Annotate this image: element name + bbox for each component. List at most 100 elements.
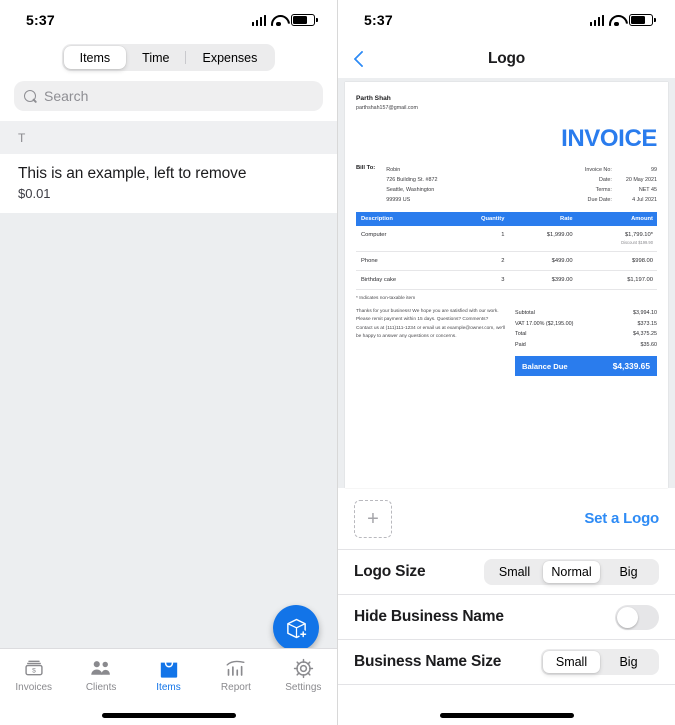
set-a-logo-link[interactable]: Set a Logo: [584, 510, 659, 527]
bottom-tab-bar: $ Invoices Clients Items Report Settings: [0, 648, 337, 725]
business-name-size-label: Business Name Size: [354, 653, 502, 670]
total-value: $4,375.25: [633, 331, 657, 338]
business-name-size-segmented-control[interactable]: Small Big: [541, 649, 659, 675]
report-chart-icon: [225, 657, 246, 679]
total-key: Paid: [515, 341, 526, 348]
bill-to-line: 726 Building St. #872: [386, 177, 438, 183]
cellular-signal-icon: [589, 14, 604, 26]
logo-size-normal[interactable]: Normal: [543, 561, 600, 583]
toggle-knob: [617, 606, 638, 628]
list-empty-area: [0, 200, 337, 648]
segment-expenses[interactable]: Expenses: [186, 46, 273, 69]
status-icons: [251, 14, 318, 27]
tab-settings[interactable]: Settings: [270, 657, 337, 693]
cellular-signal-icon: [251, 14, 266, 26]
segment-items[interactable]: Items: [63, 46, 127, 69]
meta-key: Date:: [598, 177, 612, 183]
tab-clients[interactable]: Clients: [67, 657, 134, 693]
status-icons: [589, 14, 656, 27]
total-key: VAT 17.00% ($2,195.00): [515, 320, 574, 327]
hide-business-name-label: Hide Business Name: [354, 608, 504, 625]
dual-screenshot: 5:37 Items Time Expenses Search T This i…: [0, 0, 675, 725]
total-value: $3,994.10: [633, 310, 657, 316]
business-name-size-big[interactable]: Big: [600, 651, 657, 673]
invoice-footer: Thanks for your business! We hope you ar…: [356, 308, 657, 377]
logo-size-big[interactable]: Big: [600, 561, 657, 583]
cell-description: Computer: [356, 226, 445, 252]
tab-label-clients: Clients: [85, 682, 117, 693]
table-row: Computer 1 $1,999.00 $1,799.10* Discount…: [356, 226, 657, 252]
segment-time[interactable]: Time: [126, 46, 185, 69]
add-box-icon: [286, 618, 307, 638]
right-screen-logo-settings: 5:37 Logo Parth Shah parthshah157@gmail.…: [337, 0, 675, 725]
list-item-price: $0.01: [18, 186, 51, 201]
add-item-fab[interactable]: [273, 605, 319, 651]
invoice-meta: Bill To: Robin 726 Building St. #872 Sea…: [356, 165, 657, 212]
balance-due-label: Balance Due: [522, 361, 568, 371]
wifi-icon: [271, 15, 286, 27]
tab-invoices[interactable]: $ Invoices: [0, 657, 67, 693]
search-placeholder: Search: [44, 88, 89, 104]
svg-text:$: $: [32, 668, 36, 675]
list-item[interactable]: This is an example, left to remove $0.01: [0, 154, 337, 213]
wifi-icon: [609, 15, 624, 27]
invoice-meta-fields: Invoice No: Date: Terms: Due Date: 99 20…: [585, 165, 657, 205]
meta-value: 99: [651, 167, 657, 173]
meta-key: Terms:: [595, 187, 612, 193]
meta-key: Invoice No:: [584, 167, 612, 173]
invoice-preview-area[interactable]: Parth Shah parthshah157@gmail.com INVOIC…: [338, 78, 675, 488]
logo-size-segmented-control[interactable]: Small Normal Big: [484, 559, 659, 585]
logo-size-small[interactable]: Small: [486, 561, 543, 583]
meta-value: 20 May 2021: [625, 177, 657, 183]
home-indicator: [101, 713, 236, 718]
status-bar: 5:37: [338, 0, 675, 40]
hide-business-name-toggle[interactable]: [615, 604, 659, 630]
tab-items[interactable]: Items: [135, 657, 202, 693]
list-item-title: This is an example, left to remove: [18, 165, 247, 182]
cell-amount: $1,799.10* Discount $199.90: [576, 226, 657, 252]
items-type-segmented-control[interactable]: Items Time Expenses: [0, 40, 337, 81]
total-row: VAT 17.00% ($2,195.00) $373.15: [515, 319, 657, 330]
total-key: Total: [515, 331, 527, 338]
invoice-totals: Subtotal $3,994.10 VAT 17.00% ($2,195.00…: [515, 308, 657, 377]
search-bar-container: Search: [0, 81, 337, 121]
set-logo-row[interactable]: + Set a Logo: [338, 488, 675, 550]
total-value: $373.15: [637, 320, 658, 327]
nontaxable-note: * Indicates non-taxable item: [356, 296, 416, 301]
balance-due-bar: Balance Due $4,339.65: [515, 356, 657, 377]
cell-quantity: 3: [444, 270, 509, 290]
cell-rate: $1,999.00: [508, 226, 577, 252]
bill-to-block: Bill To: Robin 726 Building St. #872 Sea…: [356, 165, 437, 205]
home-indicator: [439, 713, 574, 718]
cell-amount: $998.00: [576, 251, 657, 271]
tab-label-items: Items: [156, 682, 181, 693]
table-header-row: Description Quantity Rate Amount: [356, 212, 657, 226]
total-row: Subtotal $3,994.10: [515, 308, 657, 319]
bill-to-line: Robin: [386, 167, 401, 173]
cell-amount-value: $1,799.10*: [624, 232, 653, 238]
bill-to-line: 99999 US: [386, 197, 411, 203]
total-key: Subtotal: [515, 310, 535, 316]
col-description: Description: [356, 212, 445, 226]
cell-discount-note: Discount $199.90: [621, 240, 653, 245]
tab-label-report: Report: [220, 682, 251, 693]
invoice-line-items-table: Description Quantity Rate Amount Compute…: [356, 212, 657, 290]
cell-amount: $1,197.00: [576, 270, 657, 290]
total-row: Paid $35.60: [515, 340, 657, 351]
logo-size-label: Logo Size: [354, 563, 426, 580]
meta-key: Due Date:: [587, 197, 612, 203]
add-logo-button[interactable]: +: [354, 499, 392, 538]
search-input[interactable]: Search: [14, 81, 323, 111]
list-section-header: T: [0, 121, 337, 154]
business-name-size-small[interactable]: Small: [543, 651, 600, 673]
cell-description: Birthday cake: [356, 270, 445, 290]
items-list: T This is an example, left to remove $0.…: [0, 121, 337, 213]
tab-report[interactable]: Report: [202, 657, 269, 693]
status-time: 5:37: [26, 12, 55, 28]
status-bar: 5:37: [0, 0, 337, 40]
invoice-business-name: Parth Shah: [356, 95, 391, 102]
total-row: Total $4,375.25: [515, 329, 657, 340]
business-name-size-row: Business Name Size Small Big: [338, 640, 675, 685]
total-value: $35.60: [640, 341, 658, 348]
meta-value: NET 45: [638, 187, 657, 193]
